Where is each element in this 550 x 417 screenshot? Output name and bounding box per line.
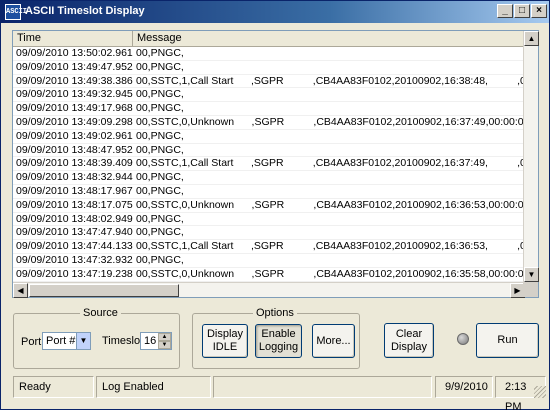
table-row[interactable]: 09/09/2010 13:48:32.94400,PNGC, (13, 171, 525, 185)
message-cell: 00,PNGC, (136, 144, 184, 158)
timeslot-label: Timeslot (102, 335, 143, 347)
port-label: Port (21, 336, 41, 348)
message-cell: 00,PNGC, (136, 213, 184, 227)
maximize-button[interactable]: □ (514, 4, 530, 18)
title-bar[interactable]: ASCII ASCII Timeslot Display _ □ × (1, 1, 549, 23)
stepper-up-icon[interactable]: ▲ (158, 333, 171, 341)
table-row[interactable]: 09/09/2010 13:48:47.95200,PNGC, (13, 144, 525, 158)
message-cell: 00,PNGC, (136, 226, 184, 240)
resize-grip-icon[interactable] (534, 386, 546, 398)
message-grid[interactable]: Time Message 09/09/2010 13:50:02.96100,P… (12, 30, 539, 298)
app-window: ASCII ASCII Timeslot Display _ □ × Time … (0, 0, 550, 410)
stepper-down-icon[interactable]: ▼ (158, 341, 171, 349)
grid-header: Time Message (13, 31, 525, 47)
app-icon: ASCII (5, 4, 21, 20)
scroll-down-icon[interactable]: ▼ (524, 267, 539, 282)
time-cell: 09/09/2010 13:49:32.945 (16, 88, 133, 102)
run-button[interactable]: Run (476, 323, 539, 358)
time-cell: 09/09/2010 13:47:19.238 (16, 268, 133, 282)
scroll-up-icon[interactable]: ▲ (524, 31, 539, 46)
time-cell: 09/09/2010 13:47:32.932 (16, 254, 133, 268)
message-cell: 00,SSTC,1,Call Start ,SGPR ,CB4AA83F0102… (136, 240, 525, 254)
time-cell: 09/09/2010 13:48:17.967 (16, 185, 133, 199)
time-cell: 09/09/2010 13:48:02.949 (16, 213, 133, 227)
table-row[interactable]: 09/09/2010 13:48:17.07500,SSTC,0,Unknown… (13, 199, 525, 213)
minimize-button[interactable]: _ (497, 4, 513, 18)
message-cell: 00,SSTC,0,Unknown ,SGPR ,CB4AA83F0102,20… (136, 268, 525, 282)
table-row[interactable]: 09/09/2010 13:49:38.38600,SSTC,1,Call St… (13, 75, 525, 89)
options-legend: Options (253, 307, 297, 319)
message-cell: 00,SSTC,1,Call Start ,SGPR ,CB4AA83F0102… (136, 157, 525, 171)
horizontal-scroll-thumb[interactable] (29, 284, 179, 297)
window-title: ASCII Timeslot Display (25, 5, 145, 17)
scroll-corner (523, 282, 538, 297)
message-cell: 00,SSTC,1,Call Start ,SGPR ,CB4AA83F0102… (136, 75, 525, 89)
message-cell: 00,PNGC, (136, 102, 184, 116)
time-cell: 09/09/2010 13:49:02.961 (16, 130, 133, 144)
table-row[interactable]: 09/09/2010 13:49:02.96100,PNGC, (13, 130, 525, 144)
horizontal-scrollbar[interactable]: ◀ ▶ (13, 282, 525, 297)
table-row[interactable]: 09/09/2010 13:49:32.94500,PNGC, (13, 88, 525, 102)
time-cell: 09/09/2010 13:49:38.386 (16, 75, 133, 89)
message-cell: 00,PNGC, (136, 61, 184, 75)
display-idle-button[interactable]: Display IDLE (202, 324, 248, 358)
enable-logging-button[interactable]: Enable Logging (255, 324, 302, 358)
timeslot-stepper[interactable]: 16 ▲ ▼ (140, 332, 172, 350)
table-row[interactable]: 09/09/2010 13:47:32.93200,PNGC, (13, 254, 525, 268)
column-header-message[interactable]: Message (133, 31, 525, 47)
time-cell: 09/09/2010 13:47:47.940 (16, 226, 133, 240)
message-cell: 00,PNGC, (136, 47, 184, 61)
time-cell: 09/09/2010 13:48:39.409 (16, 157, 133, 171)
message-cell: 00,PNGC, (136, 254, 184, 268)
table-row[interactable]: 09/09/2010 13:48:39.40900,SSTC,1,Call St… (13, 157, 525, 171)
message-cell: 00,PNGC, (136, 171, 184, 185)
close-button[interactable]: × (531, 4, 547, 18)
more-button[interactable]: More... (312, 324, 355, 358)
table-row[interactable]: 09/09/2010 13:47:19.23800,SSTC,0,Unknown… (13, 268, 525, 282)
time-cell: 09/09/2010 13:50:02.961 (16, 47, 133, 61)
source-legend: Source (80, 307, 121, 319)
time-cell: 09/09/2010 13:49:09.298 (16, 116, 133, 130)
message-cell: 00,PNGC, (136, 185, 184, 199)
grid-rows: 09/09/2010 13:50:02.96100,PNGC,09/09/201… (13, 47, 525, 282)
port-select[interactable]: Port #1 ▼ (42, 332, 91, 350)
status-log: Log Enabled (96, 376, 211, 398)
timeslot-value: 16 (144, 335, 156, 347)
time-cell: 09/09/2010 13:49:17.968 (16, 102, 133, 116)
message-cell: 00,SSTC,0,Unknown ,SGPR ,CB4AA83F0102,20… (136, 116, 525, 130)
status-middle (213, 376, 432, 398)
table-row[interactable]: 09/09/2010 13:48:17.96700,PNGC, (13, 185, 525, 199)
clear-display-button[interactable]: Clear Display (384, 323, 434, 358)
time-cell: 09/09/2010 13:49:47.952 (16, 61, 133, 75)
message-cell: 00,PNGC, (136, 130, 184, 144)
table-row[interactable]: 09/09/2010 13:49:17.96800,PNGC, (13, 102, 525, 116)
table-row[interactable]: 09/09/2010 13:49:47.95200,PNGC, (13, 61, 525, 75)
status-date: 9/9/2010 (435, 376, 493, 398)
table-row[interactable]: 09/09/2010 13:47:47.94000,PNGC, (13, 226, 525, 240)
time-cell: 09/09/2010 13:48:17.075 (16, 199, 133, 213)
message-cell: 00,SSTC,0,Unknown ,SGPR ,CB4AA83F0102,20… (136, 199, 525, 213)
table-row[interactable]: 09/09/2010 13:50:02.96100,PNGC, (13, 47, 525, 61)
message-cell: 00,PNGC, (136, 88, 184, 102)
status-led-icon (457, 333, 469, 345)
time-cell: 09/09/2010 13:48:47.952 (16, 144, 133, 158)
vertical-scrollbar[interactable]: ▲ ▼ (523, 31, 538, 282)
scroll-left-icon[interactable]: ◀ (13, 283, 28, 298)
table-row[interactable]: 09/09/2010 13:48:02.94900,PNGC, (13, 213, 525, 227)
time-cell: 09/09/2010 13:48:32.944 (16, 171, 133, 185)
column-header-time[interactable]: Time (13, 31, 133, 47)
table-row[interactable]: 09/09/2010 13:49:09.29800,SSTC,0,Unknown… (13, 116, 525, 130)
status-state: Ready (13, 376, 94, 398)
table-row[interactable]: 09/09/2010 13:47:44.13300,SSTC,1,Call St… (13, 240, 525, 254)
time-cell: 09/09/2010 13:47:44.133 (16, 240, 133, 254)
chevron-down-icon[interactable]: ▼ (76, 333, 90, 349)
status-bar: Ready Log Enabled 9/9/2010 2:13 PM (4, 376, 546, 398)
